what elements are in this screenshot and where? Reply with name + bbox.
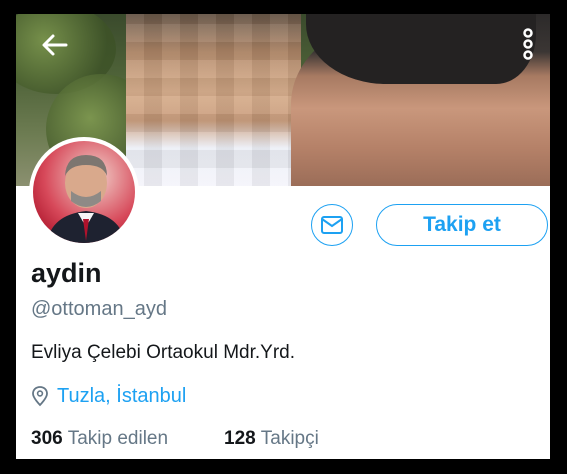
profile-stats: 306 Takip edilen 128 Takipçi bbox=[31, 428, 319, 450]
user-handle: @ottoman_ayd bbox=[31, 298, 167, 320]
followers-count: 128 bbox=[224, 428, 256, 449]
profile-location[interactable]: Tuzla, İstanbul bbox=[31, 384, 186, 408]
location-pin-icon bbox=[32, 386, 48, 407]
avatar[interactable] bbox=[29, 137, 139, 247]
followers-stat[interactable]: 128 Takipçi bbox=[224, 428, 319, 450]
pixelated-person bbox=[126, 14, 301, 186]
location-label: Tuzla, İstanbul bbox=[57, 384, 187, 407]
envelope-icon bbox=[321, 216, 343, 234]
following-count: 306 bbox=[31, 428, 63, 449]
vertical-dots-icon bbox=[523, 28, 533, 60]
following-label: Takip edilen bbox=[67, 428, 169, 449]
avatar-image bbox=[33, 141, 135, 243]
followers-label: Takipçi bbox=[260, 428, 319, 449]
profile-bio: Evliya Çelebi Ortaokul Mdr.Yrd. bbox=[31, 342, 295, 363]
follow-button[interactable]: Takip et bbox=[376, 204, 548, 246]
following-stat[interactable]: 306 Takip edilen bbox=[31, 428, 168, 450]
back-button[interactable] bbox=[38, 28, 72, 62]
profile-screen: Takip et aydin @ottoman_ayd Evliya Çeleb… bbox=[16, 14, 550, 459]
more-options-button[interactable] bbox=[516, 24, 540, 64]
display-name: aydin bbox=[31, 258, 102, 288]
arrow-left-icon bbox=[42, 34, 68, 56]
message-button[interactable] bbox=[311, 204, 353, 246]
